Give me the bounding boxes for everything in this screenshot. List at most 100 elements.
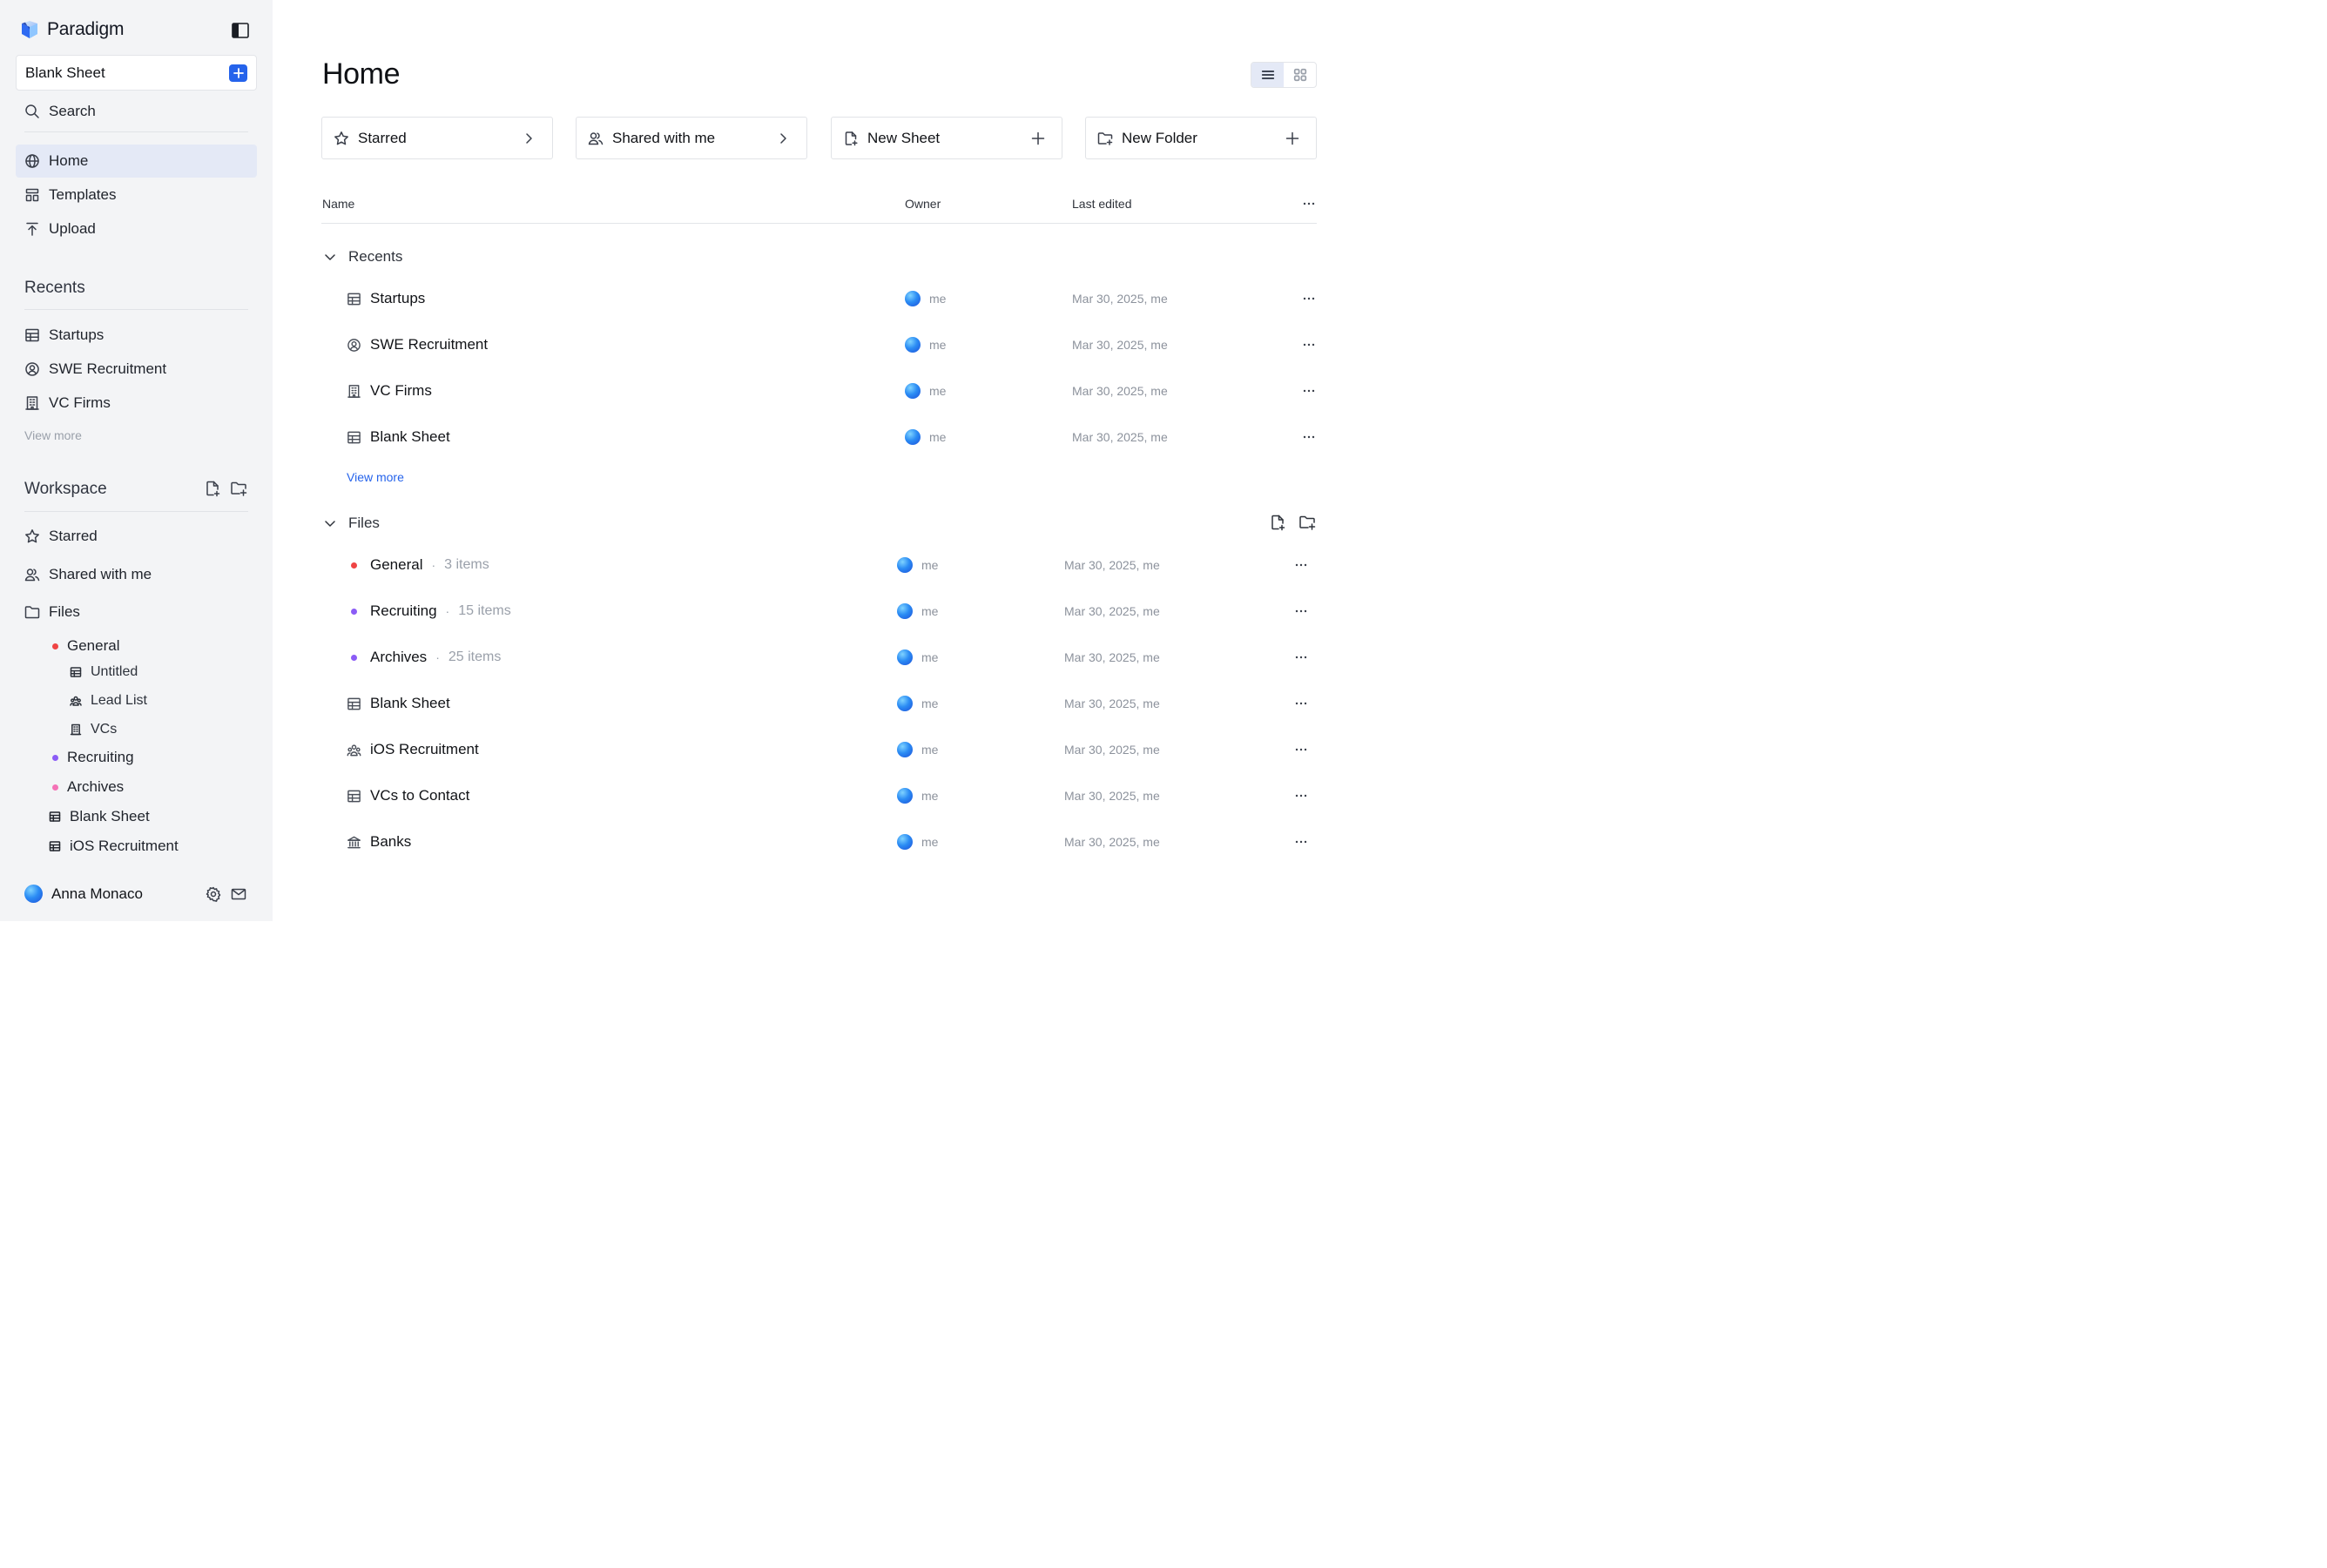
templates-icon	[25, 188, 39, 202]
sidebar-item-upload[interactable]: Upload	[16, 212, 257, 246]
shared-with-me-card[interactable]: Shared with me	[576, 117, 807, 159]
row-options-button[interactable]	[1300, 430, 1318, 444]
tree-item-vcs[interactable]: VCs	[70, 722, 117, 737]
gear-icon[interactable]	[206, 886, 221, 902]
row-options-button[interactable]	[1292, 743, 1310, 757]
recents-group-toggle[interactable]: Recents	[322, 248, 402, 266]
brand[interactable]: Paradigm	[19, 19, 124, 40]
files-actions	[1269, 514, 1316, 531]
sidebar-item-label: SWE Recruitment	[49, 360, 167, 377]
tree-item-ios-recruitment[interactable]: iOS Recruitment	[49, 838, 179, 855]
avatar	[905, 291, 921, 306]
tree-item-blank-sheet[interactable]: Blank Sheet	[49, 808, 150, 825]
row-options-button[interactable]	[1292, 604, 1310, 618]
table-row[interactable]: Banks	[347, 833, 411, 851]
last-edited-cell: Mar 30, 2025, me	[1072, 430, 1168, 444]
row-options-button[interactable]	[1300, 338, 1318, 352]
add-blank-sheet-button[interactable]	[229, 64, 247, 82]
collapse-sidebar-button[interactable]	[231, 22, 250, 39]
sidebar-item-shared[interactable]: Shared with me	[16, 558, 257, 591]
grid-view-button[interactable]	[1284, 63, 1316, 87]
new-folder-icon[interactable]	[230, 480, 247, 497]
users-icon	[588, 131, 604, 145]
table-row[interactable]: VCs to Contact	[347, 787, 469, 804]
tree-folder-general[interactable]: General	[52, 637, 119, 655]
recents-view-more-link[interactable]: View more	[24, 428, 82, 442]
new-folder-icon[interactable]	[1298, 514, 1316, 531]
more-horizontal-icon	[1303, 389, 1315, 393]
recents-view-more-link[interactable]: View more	[347, 470, 404, 484]
divider	[24, 309, 248, 310]
files-group-toggle[interactable]: Files	[322, 515, 380, 532]
chevron-right-icon	[780, 133, 786, 144]
row-options-button[interactable]	[1292, 835, 1310, 849]
table-row[interactable]: VC Firms	[347, 382, 432, 400]
sidebar-item-label: VC Firms	[49, 394, 111, 411]
table-icon	[347, 431, 361, 443]
sidebar-item-files[interactable]: Files	[16, 596, 257, 629]
starred-card[interactable]: Starred	[321, 117, 553, 159]
owner-cell: me	[897, 649, 938, 665]
last-edited-cell: Mar 30, 2025, me	[1064, 604, 1160, 618]
sidebar-recent-startups[interactable]: Startups	[16, 319, 257, 352]
more-horizontal-icon	[1295, 702, 1307, 705]
user-profile[interactable]: Anna Monaco	[24, 885, 143, 903]
sidebar-recent-vc-firms[interactable]: VC Firms	[16, 387, 257, 420]
more-horizontal-icon	[1295, 656, 1307, 659]
row-options-button[interactable]	[1300, 292, 1318, 306]
tree-label: Untitled	[91, 664, 138, 679]
column-header-owner[interactable]: Owner	[905, 197, 941, 211]
row-options-button[interactable]	[1292, 558, 1310, 572]
list-view-button[interactable]	[1251, 63, 1284, 87]
table-row[interactable]: SWE Recruitment	[347, 336, 488, 353]
blank-sheet-label: Blank Sheet	[25, 64, 105, 81]
row-name: Archives	[370, 649, 428, 665]
table-options-button[interactable]	[1300, 197, 1318, 211]
tree-label: Recruiting	[67, 749, 134, 765]
last-edited-cell: Mar 30, 2025, me	[1064, 743, 1160, 757]
tree-item-lead-list[interactable]: Lead List	[70, 693, 147, 709]
row-options-button[interactable]	[1292, 789, 1310, 803]
card-label: Starred	[358, 129, 407, 146]
new-file-icon[interactable]	[204, 480, 221, 497]
table-row[interactable]: Recruiting · 15 items	[347, 602, 511, 620]
sidebar-item-templates[interactable]: Templates	[16, 178, 257, 212]
tree-folder-archives[interactable]: Archives	[52, 778, 124, 796]
divider	[24, 511, 248, 512]
last-edited-cell: Mar 30, 2025, me	[1064, 697, 1160, 710]
table-row[interactable]: Blank Sheet	[347, 428, 450, 446]
search-icon	[25, 104, 39, 118]
new-file-icon[interactable]	[1269, 514, 1286, 531]
sidebar-item-starred[interactable]: Starred	[16, 520, 257, 553]
new-folder-card[interactable]: New Folder	[1085, 117, 1317, 159]
search-nav-item[interactable]: Search	[16, 95, 257, 128]
row-options-button[interactable]	[1300, 384, 1318, 398]
last-edited-cell: Mar 30, 2025, me	[1064, 789, 1160, 803]
row-options-button[interactable]	[1292, 697, 1310, 710]
table-row[interactable]: iOS Recruitment	[347, 741, 479, 758]
table-row[interactable]: Blank Sheet	[347, 695, 450, 712]
sidebar-toggle-icon	[232, 23, 249, 38]
tree-folder-recruiting[interactable]: Recruiting	[52, 749, 134, 766]
sidebar-item-label: Startups	[49, 326, 105, 343]
sidebar-recent-swe-recruitment[interactable]: SWE Recruitment	[16, 353, 257, 386]
table-row[interactable]: Archives · 25 items	[347, 649, 501, 666]
blank-sheet-quick-create[interactable]: Blank Sheet	[16, 55, 257, 91]
new-sheet-card[interactable]: New Sheet	[831, 117, 1062, 159]
column-header-last-edited[interactable]: Last edited	[1072, 197, 1132, 211]
tree-item-untitled[interactable]: Untitled	[70, 664, 138, 680]
avatar	[897, 788, 913, 804]
chevron-down-icon	[325, 521, 335, 527]
sidebar-item-home[interactable]: Home	[16, 145, 257, 178]
column-header-name[interactable]: Name	[322, 197, 354, 211]
row-options-button[interactable]	[1292, 650, 1310, 664]
last-edited-cell: Mar 30, 2025, me	[1064, 650, 1160, 664]
table-row[interactable]: General · 3 items	[347, 556, 489, 574]
tree-label: VCs	[91, 722, 118, 737]
avatar	[897, 649, 913, 665]
tree-label: iOS Recruitment	[70, 838, 179, 854]
table-row[interactable]: Startups	[347, 290, 425, 307]
mail-icon[interactable]	[230, 886, 247, 902]
folder-color-dot	[351, 608, 357, 615]
workspace-actions	[204, 480, 247, 497]
